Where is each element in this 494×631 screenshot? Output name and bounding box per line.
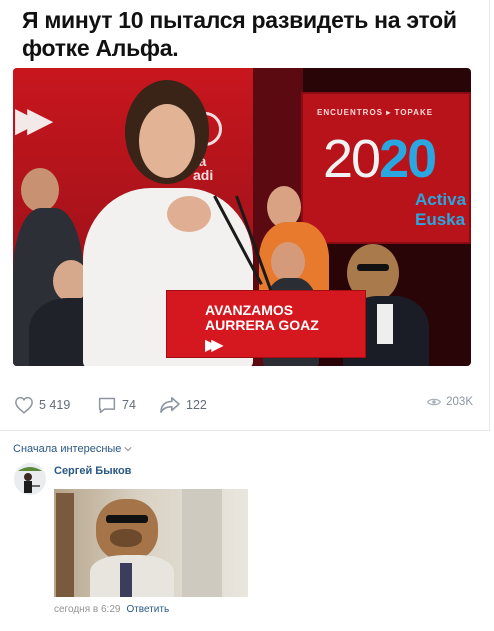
eye-icon [427, 398, 442, 406]
comment-meta: сегодня в 6:29 Ответить [54, 604, 169, 615]
reply-button[interactable]: Ответить [126, 604, 169, 615]
backdrop-arrows: ▶▶ [15, 101, 53, 139]
views-counter: 203K [427, 396, 473, 408]
comment-icon [98, 397, 116, 414]
share-button[interactable]: 122 [159, 396, 207, 414]
like-count: 5 419 [39, 398, 71, 412]
share-icon [160, 396, 180, 414]
comments-sort-dropdown[interactable]: Сначала интересные [13, 443, 133, 455]
screen-year: 2020 [323, 129, 437, 189]
card-border [489, 0, 490, 430]
sort-label: Сначала интересные [13, 443, 122, 455]
comment-author[interactable]: Сергей Быков [54, 465, 131, 477]
comment-attachment-image[interactable] [54, 489, 248, 597]
screen-subtitle: Activa Euska [415, 190, 467, 229]
comment-button[interactable]: 74 [97, 396, 136, 414]
podium-text: AVANZAMOS AURRERA GOAZ [205, 302, 319, 333]
avatar[interactable] [14, 463, 46, 495]
chevron-down-icon [124, 447, 133, 452]
views-count: 203K [446, 396, 473, 408]
comment-count: 74 [122, 398, 136, 412]
podium-arrows: ▶▶ [205, 337, 223, 354]
post-actions-bar: 5 419 74 122 203K [13, 392, 473, 422]
comment-time: сегодня в 6:29 [54, 604, 121, 615]
avatar-image [14, 463, 46, 495]
like-button[interactable]: 5 419 [14, 396, 70, 414]
post-photo[interactable]: ▶▶ ra adi ENCUENTROS ▸ TOPAKE 2020 Activ… [13, 68, 471, 366]
screen-label: ENCUENTROS ▸ TOPAKE [317, 108, 434, 117]
share-count: 122 [186, 398, 207, 412]
divider [0, 430, 490, 431]
heart-icon [15, 396, 33, 414]
podium-sign: AVANZAMOS AURRERA GOAZ ▶▶ [166, 290, 366, 358]
post-title: Я минут 10 пытался развидеть на этой фот… [22, 7, 457, 61]
event-screen: ENCUENTROS ▸ TOPAKE 2020 Activa Euska [301, 92, 471, 244]
